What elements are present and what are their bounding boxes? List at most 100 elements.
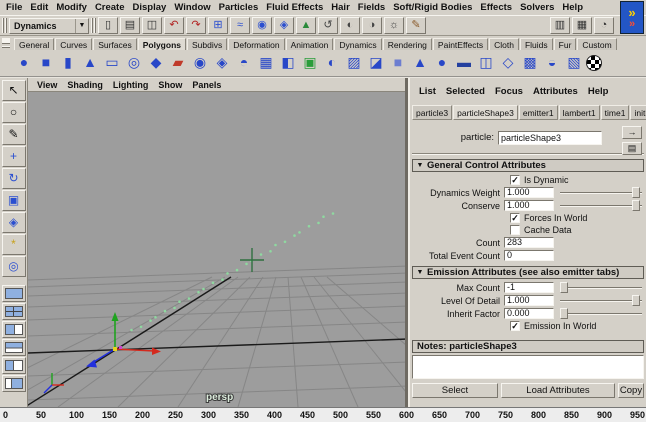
snap-curve-icon[interactable]: ≈: [230, 17, 250, 34]
slider-handle[interactable]: [632, 295, 641, 306]
slider-handle[interactable]: [560, 282, 568, 293]
paint-select-tool-icon[interactable]: ✎: [1, 124, 26, 145]
menu-set-selector[interactable]: Dynamics ▼: [9, 17, 89, 34]
snap-point-icon[interactable]: ◉: [252, 17, 272, 34]
ae-menu-list[interactable]: List: [414, 86, 441, 97]
tab-emitter1[interactable]: emitter1: [518, 105, 558, 120]
show-manipulator-icon[interactable]: *: [1, 234, 26, 255]
tab-particle3[interactable]: particle3: [412, 105, 453, 120]
panel-icon[interactable]: ▥: [550, 17, 570, 34]
viewport-menu-show[interactable]: Show: [153, 80, 187, 90]
cache-data-checkbox[interactable]: [510, 225, 520, 235]
level-of-detail-field[interactable]: 1.000: [504, 295, 554, 306]
snap-plane-icon[interactable]: ◈: [274, 17, 294, 34]
render-frame-icon[interactable]: ◐: [340, 17, 360, 34]
poly-sphere-icon[interactable]: ●: [14, 51, 34, 75]
ae-menu-focus[interactable]: Focus: [490, 86, 528, 97]
shelf-tab-animation[interactable]: Animation: [285, 38, 334, 50]
grid-icon[interactable]: ▦: [572, 17, 592, 34]
conserve-slider[interactable]: [560, 200, 642, 211]
emission-in-world-checkbox[interactable]: ✓: [510, 321, 520, 331]
select-tool-icon[interactable]: ↖: [1, 80, 26, 101]
ae-menu-attributes[interactable]: Attributes: [528, 86, 583, 97]
shelf-tool-icon[interactable]: ▣: [300, 51, 320, 75]
is-dynamic-checkbox[interactable]: ✓: [510, 175, 520, 185]
make-live-icon[interactable]: ▲: [296, 17, 316, 34]
shelf-tab-fluids[interactable]: Fluids: [519, 38, 553, 50]
layout-three-pane-icon[interactable]: [1, 357, 26, 374]
shelf-tool-icon[interactable]: ▩: [520, 51, 540, 75]
snap-grid-icon[interactable]: ⊞: [208, 17, 228, 34]
move-tool-icon[interactable]: +: [1, 146, 26, 167]
tab-initialparticle[interactable]: initialParticleS: [630, 105, 646, 120]
menu-fluid-effects[interactable]: Fluid Effects: [262, 2, 327, 13]
shelf-tool-icon[interactable]: ▲: [410, 51, 430, 75]
checker-sphere-icon[interactable]: [586, 55, 602, 71]
viewport-canvas[interactable]: persp: [0, 92, 479, 408]
shelf-tool-icon[interactable]: ◇: [498, 51, 518, 75]
shelf-tab-rendering[interactable]: Rendering: [382, 38, 432, 50]
toolbar-grip[interactable]: [2, 18, 7, 33]
new-scene-icon[interactable]: ▯: [98, 17, 118, 34]
select-button[interactable]: Select: [412, 383, 498, 398]
level-of-detail-slider[interactable]: [560, 295, 642, 306]
tab-lambert1[interactable]: lambert1: [558, 105, 600, 120]
inherit-factor-field[interactable]: 0.000: [504, 308, 554, 319]
shelf-tool-icon[interactable]: ◐: [322, 51, 342, 75]
menu-display[interactable]: Display: [129, 2, 171, 13]
poly-pyramid-icon[interactable]: ▰: [168, 51, 188, 75]
menu-create[interactable]: Create: [91, 2, 129, 13]
menu-particles[interactable]: Particles: [215, 2, 263, 13]
shelf-tool-icon[interactable]: ■: [388, 51, 408, 75]
menu-edit[interactable]: Edit: [26, 2, 52, 13]
menu-file[interactable]: File: [2, 2, 26, 13]
shelf-tool-icon[interactable]: ◧: [278, 51, 298, 75]
lasso-tool-icon[interactable]: ○: [1, 102, 26, 123]
redo-icon[interactable]: ↷: [186, 17, 206, 34]
shelf-tab-deformation[interactable]: Deformation: [228, 38, 285, 50]
notes-header[interactable]: Notes: particleShape3: [412, 340, 644, 353]
ae-menu-selected[interactable]: Selected: [441, 86, 490, 97]
menu-hair[interactable]: Hair: [327, 2, 353, 13]
shelf-tab-cloth[interactable]: Cloth: [489, 38, 519, 50]
copy-button[interactable]: Copy: [618, 383, 644, 398]
shelf-tab-polygons[interactable]: Polygons: [137, 38, 186, 50]
shelf-tool-icon[interactable]: ◒: [542, 51, 562, 75]
last-tool-icon[interactable]: ◎: [1, 256, 26, 277]
shelf-tab-dynamics[interactable]: Dynamics: [334, 38, 382, 50]
conserve-field[interactable]: 1.000: [504, 200, 554, 211]
shelf-tab-general[interactable]: General: [14, 38, 55, 50]
menu-help[interactable]: Help: [558, 2, 587, 13]
focus-icon[interactable]: →: [622, 126, 642, 139]
shelf-tab-custom[interactable]: Custom: [577, 38, 617, 50]
poly-torus-icon[interactable]: ◎: [124, 51, 144, 75]
shelf-tab-fur[interactable]: Fur: [553, 38, 577, 50]
poly-platonic-icon[interactable]: ▦: [256, 51, 276, 75]
layout-two-side-icon[interactable]: [1, 321, 26, 338]
tab-time1[interactable]: time1: [600, 105, 630, 120]
shelf-tab-curves[interactable]: Curves: [55, 38, 93, 50]
shelf-tool-icon[interactable]: ◫: [476, 51, 496, 75]
dynamics-weight-field[interactable]: 1.000: [504, 187, 554, 198]
layout-outliner-persp-icon[interactable]: [1, 375, 26, 392]
load-attributes-button[interactable]: Load Attributes: [501, 383, 615, 398]
undo-icon[interactable]: ↶: [164, 17, 184, 34]
section-general-control-attributes[interactable]: ▼ General Control Attributes: [412, 159, 644, 172]
notes-text[interactable]: [412, 355, 644, 379]
shelf-tab-subdivs[interactable]: Subdivs: [187, 38, 228, 50]
poly-plane-icon[interactable]: ▭: [102, 51, 122, 75]
menu-effects[interactable]: Effects: [476, 2, 516, 13]
dynamics-weight-slider[interactable]: [560, 187, 642, 198]
poly-soccerball-icon[interactable]: ◓: [234, 51, 254, 75]
poly-pipe-icon[interactable]: ◉: [190, 51, 210, 75]
shelf-tool-icon[interactable]: ◪: [366, 51, 386, 75]
history-icon[interactable]: ↺: [318, 17, 338, 34]
toolbar-grip[interactable]: [91, 18, 96, 33]
viewport-menu-view[interactable]: View: [32, 80, 62, 90]
menu-window[interactable]: Window: [170, 2, 214, 13]
poly-cone-icon[interactable]: ▲: [80, 51, 100, 75]
universal-manipulator-icon[interactable]: ◈: [1, 212, 26, 233]
timer-icon[interactable]: ◔: [594, 17, 614, 34]
layout-four-pane-icon[interactable]: [1, 303, 26, 320]
rotate-tool-icon[interactable]: ↻: [1, 168, 26, 189]
